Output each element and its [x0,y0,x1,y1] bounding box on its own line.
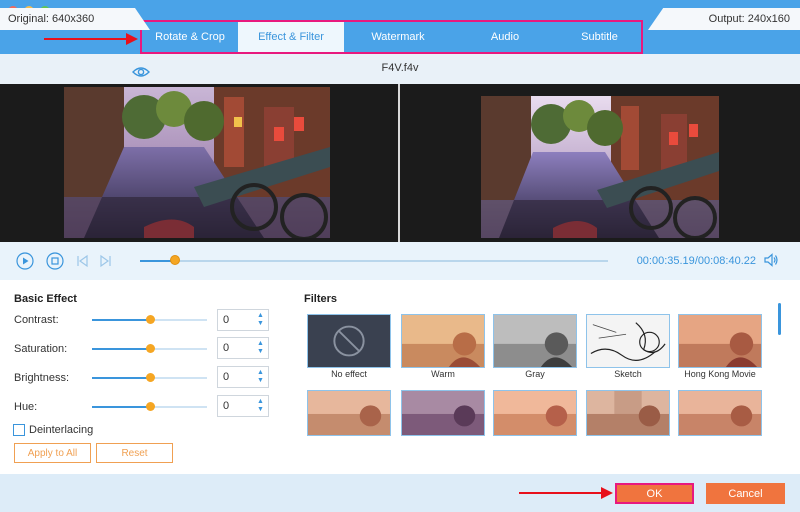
brightness-input[interactable]: 0 ▲ ▼ [217,366,269,388]
contrast-label: Contrast: [14,314,59,326]
filter-thumb-warm[interactable] [401,314,485,368]
brightness-value: 0 [223,371,230,383]
annotation-arrow-tabs [44,33,138,45]
output-video-frame [481,96,719,238]
annotation-arrow-ok [519,487,613,499]
contrast-input[interactable]: 0 ▲ ▼ [217,309,269,331]
contrast-slider-handle[interactable] [145,315,155,324]
brightness-decrement[interactable]: ▼ [256,377,265,385]
saturation-value: 0 [223,342,230,354]
original-resolution: Original: 640x360 [0,8,150,30]
saturation-label: Saturation: [14,343,68,355]
contrast-increment[interactable]: ▲ [256,312,265,320]
brightness-slider-fill [92,377,150,379]
hue-slider-handle[interactable] [145,402,155,411]
tab-subtitle[interactable]: Subtitle [558,22,641,52]
contrast-slider-fill [92,319,150,321]
filter-thumb-sketch[interactable] [586,314,670,368]
tab-watermark[interactable]: Watermark [344,22,452,52]
filter-thumb-row2-4[interactable] [586,390,670,436]
current-time: 00:00:35.19 [636,255,695,267]
output-resolution: Output: 240x160 [648,8,800,30]
brightness-increment[interactable]: ▲ [256,369,265,377]
time-display: 00:00:35.19/00:08:40.22 [600,255,756,267]
filter-thumb-row2-5[interactable] [678,390,762,436]
reset-button[interactable]: Reset [96,443,173,463]
saturation-slider-handle[interactable] [145,344,155,353]
tab-effect-filter[interactable]: Effect & Filter [238,22,344,52]
hue-input[interactable]: 0 ▲ ▼ [217,395,269,417]
deinterlacing-label: Deinterlacing [29,424,94,436]
filter-thumb-row2-3[interactable] [493,390,577,436]
hue-label: Hue: [14,401,38,413]
filter-thumb-no-effect[interactable] [307,314,391,368]
next-frame-icon[interactable] [96,252,114,270]
seek-bar[interactable] [140,260,608,262]
saturation-slider-fill [92,348,150,350]
volume-icon[interactable] [763,252,779,268]
hue-value: 0 [223,400,230,412]
contrast-decrement[interactable]: ▼ [256,320,265,328]
filters-title: Filters [304,293,338,305]
tab-audio[interactable]: Audio [452,22,558,52]
stop-icon[interactable] [46,252,64,270]
filter-thumb-hong-kong-movie[interactable] [678,314,762,368]
cancel-button[interactable]: Cancel [706,483,785,504]
preview-divider [398,84,400,242]
deinterlacing-checkbox[interactable] [13,424,25,436]
tab-bar: Rotate & Crop Effect & Filter Watermark … [140,20,643,54]
hue-decrement[interactable]: ▼ [256,406,265,414]
filter-thumb-row2-2[interactable] [401,390,485,436]
saturation-input[interactable]: 0 ▲ ▼ [217,337,269,359]
previous-frame-icon[interactable] [74,252,92,270]
filter-label-gray: Gray [525,369,545,379]
filter-label-hong-kong-movie: Hong Kong Movie [684,369,756,379]
filter-thumb-row2-1[interactable] [307,390,391,436]
contrast-value: 0 [223,314,230,326]
total-time: 00:08:40.22 [697,255,756,267]
file-name: F4V.f4v [381,62,419,74]
hue-slider-fill [92,406,150,408]
filter-label-warm: Warm [431,369,455,379]
filters-scrollbar[interactable] [778,303,781,335]
apply-to-all-button[interactable]: Apply to All [14,443,91,463]
original-video-frame [64,87,330,238]
filter-label-sketch: Sketch [614,369,642,379]
ok-button[interactable]: OK [615,483,694,504]
saturation-increment[interactable]: ▲ [256,340,265,348]
brightness-label: Brightness: [14,372,70,384]
tab-rotate-crop[interactable]: Rotate & Crop [142,22,238,52]
basic-effect-title: Basic Effect [14,293,77,305]
filter-thumb-gray[interactable] [493,314,577,368]
saturation-decrement[interactable]: ▼ [256,348,265,356]
play-icon[interactable] [16,252,34,270]
hue-increment[interactable]: ▲ [256,398,265,406]
filter-label-no-effect: No effect [331,369,367,379]
brightness-slider-handle[interactable] [145,373,155,382]
